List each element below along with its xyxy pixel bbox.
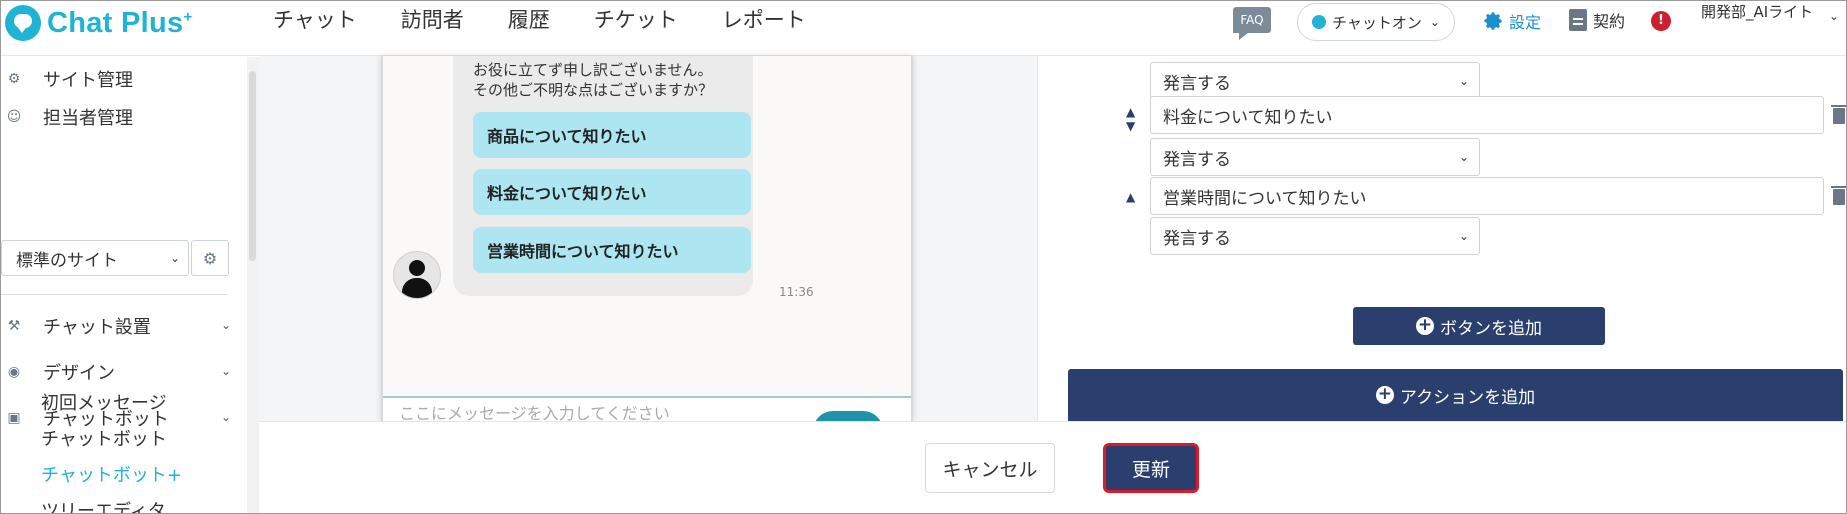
sidebar-item-chat-setup[interactable]: ⚒ チャット設置 [1, 313, 151, 339]
sidebar-item-label: チャット設置 [43, 317, 151, 338]
status-dot-icon [1312, 15, 1327, 29]
chevron-down-icon: ⌄ [1458, 229, 1469, 243]
sidebar-subitem-first-message[interactable]: 初回メッセージ [41, 389, 167, 415]
choice-button[interactable]: 営業時間について知りたい [473, 227, 751, 273]
settings-label: 設定 [1509, 13, 1542, 32]
tools-icon: ⚒ [7, 318, 21, 334]
main-nav: チャット 訪問者 履歴 チケット レポート [273, 5, 850, 35]
chat-status-label: チャットオン [1332, 13, 1422, 32]
chevron-down-icon: ⌄ [1429, 15, 1440, 29]
trash-icon[interactable] [1831, 105, 1846, 124]
settings-link[interactable]: 設定 [1481, 9, 1541, 33]
message-timestamp: 11:36 [779, 285, 814, 299]
user-gear-icon: ☺ [6, 109, 22, 125]
contract-label: 契約 [1593, 12, 1626, 31]
chat-input-placeholder: ここにメッセージを入力してください [399, 404, 670, 421]
sidebar-scrollbar-thumb[interactable] [249, 71, 256, 261]
palette-icon: ◉ [7, 364, 21, 380]
nav-history[interactable]: 履歴 [508, 5, 550, 35]
bot-settings-panel: 発言する ⌄ ▲ ▼ 料金について知りたい 発言する ⌄ ▲ 営業時間について知… [1037, 56, 1846, 421]
divider [1, 294, 227, 295]
nav-chat[interactable]: チャット [273, 5, 357, 35]
site-settings-button[interactable]: ⚙ [191, 240, 229, 276]
action-select[interactable]: 発言する ⌄ [1150, 217, 1480, 255]
sidebar-item-label: 担当者管理 [43, 108, 133, 129]
button-text-input[interactable]: 営業時間について知りたい [1150, 177, 1824, 215]
chat-status-toggle[interactable]: チャットオン ⌄ [1297, 3, 1455, 41]
plus-icon: + [1375, 384, 1394, 404]
sidebar-item-staff-admin[interactable]: ☺ 担当者管理 [1, 104, 133, 130]
nav-visitors[interactable]: 訪問者 [401, 5, 464, 35]
action-select-value: 発言する [1163, 73, 1231, 94]
update-button[interactable]: 更新 [1103, 443, 1199, 493]
gear-icon [1484, 12, 1502, 30]
add-action-button[interactable]: + アクションを追加 [1068, 369, 1843, 421]
user-menu[interactable]: 開発部_AIライト [1701, 1, 1841, 23]
action-select[interactable]: 発言する ⌄ [1150, 62, 1480, 100]
sidebar-item-design[interactable]: ◉ デザイン [1, 359, 115, 385]
action-select-value: 発言する [1163, 228, 1231, 249]
choice-button[interactable]: 料金について知りたい [473, 169, 751, 215]
move-down-icon[interactable]: ▼ [1126, 120, 1135, 132]
move-up-icon[interactable]: ▲ [1126, 191, 1135, 203]
chevron-down-icon[interactable]: ⌄ [221, 318, 231, 332]
footer-actions: キャンセル 更新 [259, 421, 1846, 513]
action-select[interactable]: 発言する ⌄ [1150, 138, 1480, 176]
chevron-down-icon: ⌄ [1458, 74, 1469, 88]
site-select-value: 標準のサイト [16, 250, 118, 271]
cancel-button[interactable]: キャンセル [925, 443, 1055, 493]
chat-icon: ▣ [7, 410, 21, 426]
send-button[interactable] [813, 411, 883, 421]
chevron-down-icon: ⌄ [1458, 150, 1469, 164]
gear-icon: ⚙ [7, 71, 21, 87]
app-window: Chat Plus+ チャット 訪問者 履歴 チケット レポート FAQ チャッ… [0, 0, 1847, 514]
sidebar-subitem-chatbot-plus[interactable]: チャットボット+ [41, 461, 182, 487]
contract-link[interactable]: 契約 [1569, 8, 1625, 32]
trash-icon[interactable] [1831, 186, 1846, 205]
chevron-down-icon[interactable]: ⌄ [221, 410, 231, 424]
action-select-value: 発言する [1163, 149, 1231, 170]
sidebar-subitem-chatbot[interactable]: チャットボット [41, 425, 167, 451]
document-icon [1569, 9, 1587, 31]
logo[interactable]: Chat Plus+ [5, 3, 193, 43]
button-text-value: 営業時間について知りたい [1163, 188, 1367, 209]
move-up-icon[interactable]: ▲ [1126, 106, 1135, 118]
brand-name: Chat Plus+ [47, 6, 193, 39]
plus-icon: + [1416, 315, 1434, 335]
add-button-label: ボタンを追加 [1440, 318, 1542, 339]
nav-reports[interactable]: レポート [722, 5, 806, 35]
bot-message-text: お役に立てず申し訳ございません。 その他ご不明な点はございますか？ [473, 61, 714, 99]
chevron-down-icon: ⌄ [1829, 9, 1840, 23]
bot-avatar [393, 251, 441, 299]
sidebar-item-label: デザイン [43, 363, 115, 384]
choice-button[interactable]: 商品について知りたい [473, 112, 751, 158]
button-text-input[interactable]: 料金について知りたい [1150, 96, 1824, 134]
chat-preview: お役に立てず申し訳ございません。 その他ご不明な点はございますか？ 商品について… [381, 56, 913, 421]
chat-bubble-logo-icon [5, 5, 41, 41]
add-button-button[interactable]: + ボタンを追加 [1353, 307, 1605, 345]
sidebar-item-site-admin[interactable]: ⚙ サイト管理 [1, 66, 133, 92]
site-select[interactable]: 標準のサイト ⌄ [1, 240, 189, 276]
chevron-down-icon: ⌄ [169, 251, 180, 265]
faq-icon[interactable]: FAQ [1233, 7, 1271, 40]
sidebar-subitem-tree-editor[interactable]: ツリーエディタ [41, 497, 166, 513]
chevron-down-icon[interactable]: ⌄ [221, 364, 231, 378]
button-text-value: 料金について知りたい [1163, 107, 1333, 128]
sidebar-item-label: サイト管理 [43, 70, 133, 91]
alert-icon[interactable]: ! [1651, 11, 1671, 31]
add-action-label: アクションを追加 [1399, 387, 1536, 408]
nav-tickets[interactable]: チケット [594, 5, 678, 35]
top-header: Chat Plus+ チャット 訪問者 履歴 チケット レポート FAQ チャッ… [1, 1, 1846, 56]
gear-icon: ⚙ [202, 248, 218, 268]
